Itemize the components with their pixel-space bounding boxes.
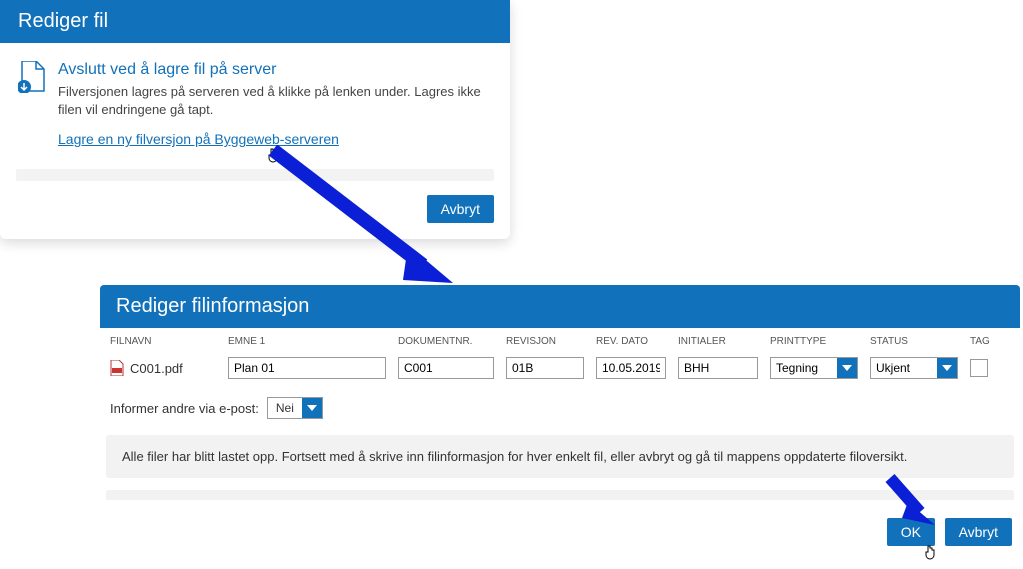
status-value: Ukjent xyxy=(871,358,937,378)
printtype-select[interactable]: Tegning xyxy=(770,357,858,379)
chevron-down-icon[interactable] xyxy=(937,358,957,378)
table-header-row: FILNAVN EMNE 1 DOKUMENTNR. REVISJON REV.… xyxy=(100,328,1020,351)
dialog-footer: Avbryt xyxy=(0,181,510,239)
cell-revisjon xyxy=(500,357,590,379)
filename-text: C001.pdf xyxy=(130,361,183,376)
header-status: STATUS xyxy=(864,336,964,347)
tag-box[interactable] xyxy=(970,359,988,377)
inform-row: Informer andre via e-post: Nei xyxy=(100,381,1020,429)
edit-fileinfo-dialog: Rediger filinformasjon FILNAVN EMNE 1 DO… xyxy=(100,285,1020,554)
upload-info-message: Alle filer har blitt lastet opp. Fortset… xyxy=(106,435,1014,478)
table-row: C001.pdf Tegning xyxy=(100,351,1020,381)
cancel-button-2[interactable]: Avbryt xyxy=(945,518,1012,546)
status-select[interactable]: Ukjent xyxy=(870,357,958,379)
header-tag: TAG xyxy=(964,336,1004,347)
header-filnavn: FILNAVN xyxy=(104,336,222,347)
dialog-title: Rediger fil xyxy=(0,0,510,43)
save-version-link[interactable]: Lagre en ny filversjon på Byggeweb-serve… xyxy=(58,131,339,147)
cell-revdato xyxy=(590,357,672,379)
progress-bar xyxy=(106,490,1014,500)
dialog-subtitle: Avslutt ved å lagre fil på server xyxy=(58,61,492,79)
doknr-input[interactable] xyxy=(398,357,494,379)
revdato-input[interactable] xyxy=(596,357,666,379)
dialog-text: Avslutt ved å lagre fil på server Filver… xyxy=(58,61,492,147)
chevron-down-icon[interactable] xyxy=(837,358,857,378)
header-initialer: INITIALER xyxy=(672,336,764,347)
printtype-value: Tegning xyxy=(771,358,837,378)
inform-select[interactable]: Nei xyxy=(267,397,323,419)
edit-file-dialog: Rediger fil Avslutt ved å lagre fil på s… xyxy=(0,0,510,239)
cursor-icon xyxy=(265,148,281,169)
pdf-icon xyxy=(110,360,124,376)
ok-button[interactable]: OK xyxy=(887,518,935,546)
cell-doknr xyxy=(392,357,500,379)
header-doknr: DOKUMENTNR. xyxy=(392,336,500,347)
emne-input[interactable] xyxy=(228,357,386,379)
header-revisjon: REVISJON xyxy=(500,336,590,347)
cell-filnavn: C001.pdf xyxy=(104,357,222,379)
inform-label: Informer andre via e-post: xyxy=(110,401,259,416)
cell-tag xyxy=(964,357,1004,379)
cell-printtype: Tegning xyxy=(764,357,864,379)
header-emne: EMNE 1 xyxy=(222,336,392,347)
file-table: FILNAVN EMNE 1 DOKUMENTNR. REVISJON REV.… xyxy=(100,328,1020,381)
cursor-icon-2 xyxy=(922,545,938,566)
initialer-input[interactable] xyxy=(678,357,758,379)
header-revdato: REV. DATO xyxy=(590,336,672,347)
revisjon-input[interactable] xyxy=(506,357,584,379)
dialog2-title: Rediger filinformasjon xyxy=(100,285,1020,328)
cell-initialer xyxy=(672,357,764,379)
dialog-body: Avslutt ved å lagre fil på server Filver… xyxy=(0,43,510,157)
header-printtype: PRINTTYPE xyxy=(764,336,864,347)
inform-value: Nei xyxy=(268,398,302,418)
cell-status: Ukjent xyxy=(864,357,964,379)
file-download-icon xyxy=(18,61,46,93)
cell-emne xyxy=(222,357,392,379)
dialog2-footer: OK Avbryt xyxy=(100,518,1020,554)
dialog-description: Filversjonen lagres på serveren ved å kl… xyxy=(58,83,492,119)
spacer xyxy=(16,169,494,181)
chevron-down-icon[interactable] xyxy=(302,398,322,418)
cancel-button[interactable]: Avbryt xyxy=(427,195,494,223)
